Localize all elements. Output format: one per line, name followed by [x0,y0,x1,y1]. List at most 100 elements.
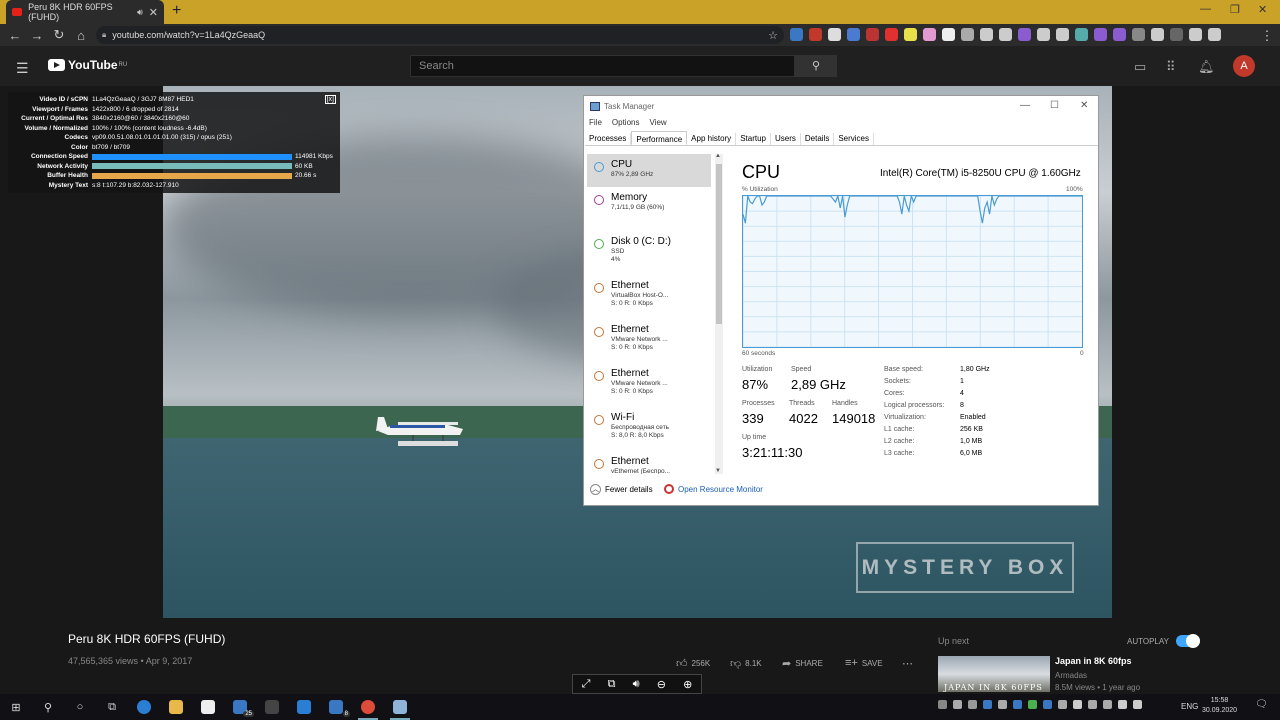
start-windows-icon[interactable]: ⊞ [0,694,32,720]
scroll-up-icon[interactable]: ▲ [715,153,721,159]
reload-icon[interactable]: ↻ [48,27,70,43]
extension-icon[interactable] [1018,28,1031,41]
tab-app-history[interactable]: App history [687,133,737,145]
chrome-icon[interactable] [352,694,384,720]
mail-icon[interactable]: 25 [224,694,256,720]
puzzle-icon[interactable] [1189,28,1202,41]
resource-item[interactable]: Disk 0 (C: D:) SSD 4% [587,231,711,275]
extension-icon[interactable] [1056,28,1069,41]
home-icon[interactable]: ⌂ [70,28,92,43]
file-explorer-icon[interactable] [160,694,192,720]
tray-icon[interactable] [938,700,947,709]
tab-startup[interactable]: Startup [736,133,771,145]
resource-item[interactable]: Ethernet VMware Network ... S: 0 R: 0 Kbps [587,319,711,363]
menu-item[interactable]: File [589,118,602,127]
forward-icon[interactable]: → [26,28,48,43]
tray-icon[interactable] [998,700,1007,709]
extension-icon[interactable] [923,28,936,41]
close-tab-icon[interactable]: ✕ [149,6,158,19]
tab-performance[interactable]: Performance [631,131,688,145]
extension-icon[interactable] [1170,28,1183,41]
close-window-icon[interactable]: ✕ [1258,3,1267,16]
extension-icon[interactable] [1037,28,1050,41]
next-video-channel[interactable]: Armadas [1055,671,1087,680]
extension-icon[interactable] [980,28,993,41]
menu-item[interactable]: View [649,118,666,127]
media-icon[interactable] [1208,28,1221,41]
tab-details[interactable]: Details [801,133,835,145]
extension-icon[interactable] [847,28,860,41]
extension-icon[interactable] [1132,28,1145,41]
edge-icon[interactable] [128,694,160,720]
tab-users[interactable]: Users [771,133,801,145]
search-icon[interactable]: ⚲ [32,694,64,720]
menu-item[interactable]: Options [612,118,640,127]
apps-grid-icon[interactable]: ⠿ [1166,59,1176,75]
vscode-icon[interactable] [288,694,320,720]
back-icon[interactable]: ← [4,28,26,43]
maximize-icon[interactable]: ☐ [1050,100,1059,111]
minimize-icon[interactable]: — [1020,100,1030,111]
tray-icon[interactable] [983,700,992,709]
tray-icon[interactable] [953,700,962,709]
dislike-button[interactable]: 👎︎ 8.1K [730,657,762,670]
search-input[interactable]: Search [410,55,795,77]
cortana-icon[interactable]: ○ [64,694,96,720]
task-manager-icon[interactable] [384,694,416,720]
extension-icon[interactable] [1113,28,1126,41]
extension-icon[interactable] [999,28,1012,41]
stats-close-button[interactable]: [x] [324,95,336,104]
tray-icon[interactable] [1013,700,1022,709]
language-indicator[interactable]: ENG [1181,702,1198,711]
extension-icon[interactable] [828,28,841,41]
speed-down-icon[interactable]: ⊖ [657,678,666,691]
extension-icon[interactable] [1151,28,1164,41]
resource-item[interactable]: EthernetvEthernet (Беспро...S: 0 R: 0 Kb… [587,451,711,474]
youtube-logo[interactable]: YouTube RU [48,58,127,72]
bookmark-star-icon[interactable]: ☆ [768,29,778,42]
next-video-title[interactable]: Japan in 8K 60fps [1055,656,1132,666]
tray-icon[interactable] [1058,700,1067,709]
hamburger-menu-icon[interactable]: ☰ [16,60,29,77]
resource-item[interactable]: CPU 87% 2,89 GHz [587,154,711,187]
menu-dots-icon[interactable]: ⋮ [1256,28,1278,44]
clock[interactable]: 15:58 30.09.2020 [1202,696,1237,716]
resource-item[interactable]: Ethernet VMware Network ... S: 0 R: 0 Kbps [587,363,711,407]
resource-item[interactable]: Ethernet VirtualBox Host-O... S: 0 R: 0 Kb… [587,275,711,319]
tab-services[interactable]: Services [834,133,875,145]
extension-icon[interactable] [1075,28,1088,41]
tray-icon[interactable] [1103,700,1112,709]
open-resource-monitor-link[interactable]: Open Resource Monitor [664,484,763,494]
url-field[interactable]: 🔒︎ youtube.com/watch?v=1La4QzGeaaQ ☆ [96,26,784,44]
tray-icon[interactable] [1088,700,1097,709]
extension-icon[interactable] [1094,28,1107,41]
youtube-avatar[interactable]: A [1233,55,1255,77]
notes-icon[interactable]: 8 [320,694,352,720]
extension-icon[interactable] [809,28,822,41]
notifications-icon[interactable]: 🗨︎ [1255,699,1268,710]
close-icon[interactable]: ✕ [1080,100,1088,111]
extension-icon[interactable] [961,28,974,41]
resource-item[interactable]: Memory 7,1/11,9 GB (60%) [587,187,711,231]
search-button[interactable]: ⚲ [795,55,837,77]
extension-icon[interactable] [942,28,955,41]
task-view-icon[interactable]: ⧉ [96,694,128,720]
tray-icon[interactable] [1043,700,1052,709]
terminal-icon[interactable] [256,694,288,720]
autoplay-toggle[interactable] [1176,634,1200,648]
tray-icon[interactable] [968,700,977,709]
extension-icon[interactable] [885,28,898,41]
wifi-icon[interactable] [1118,700,1127,709]
volume-tray-icon[interactable] [1133,700,1142,709]
share-button[interactable]: ➦ SHARE [782,657,823,670]
fewer-details-button[interactable]: ︿ Fewer details [590,484,653,495]
create-video-icon[interactable]: ▭ [1134,59,1146,75]
extension-icon[interactable] [866,28,879,41]
scrollbar-thumb[interactable] [716,164,722,324]
minimize-icon[interactable]: — [1200,3,1211,15]
volume-icon[interactable]: 🔊︎ [633,678,640,691]
speed-up-icon[interactable]: ⊕ [683,678,692,691]
more-actions-button[interactable]: ⋯ [902,657,913,670]
scroll-down-icon[interactable]: ▼ [715,468,721,474]
picture-in-picture-icon[interactable]: ⧉ [608,678,616,691]
